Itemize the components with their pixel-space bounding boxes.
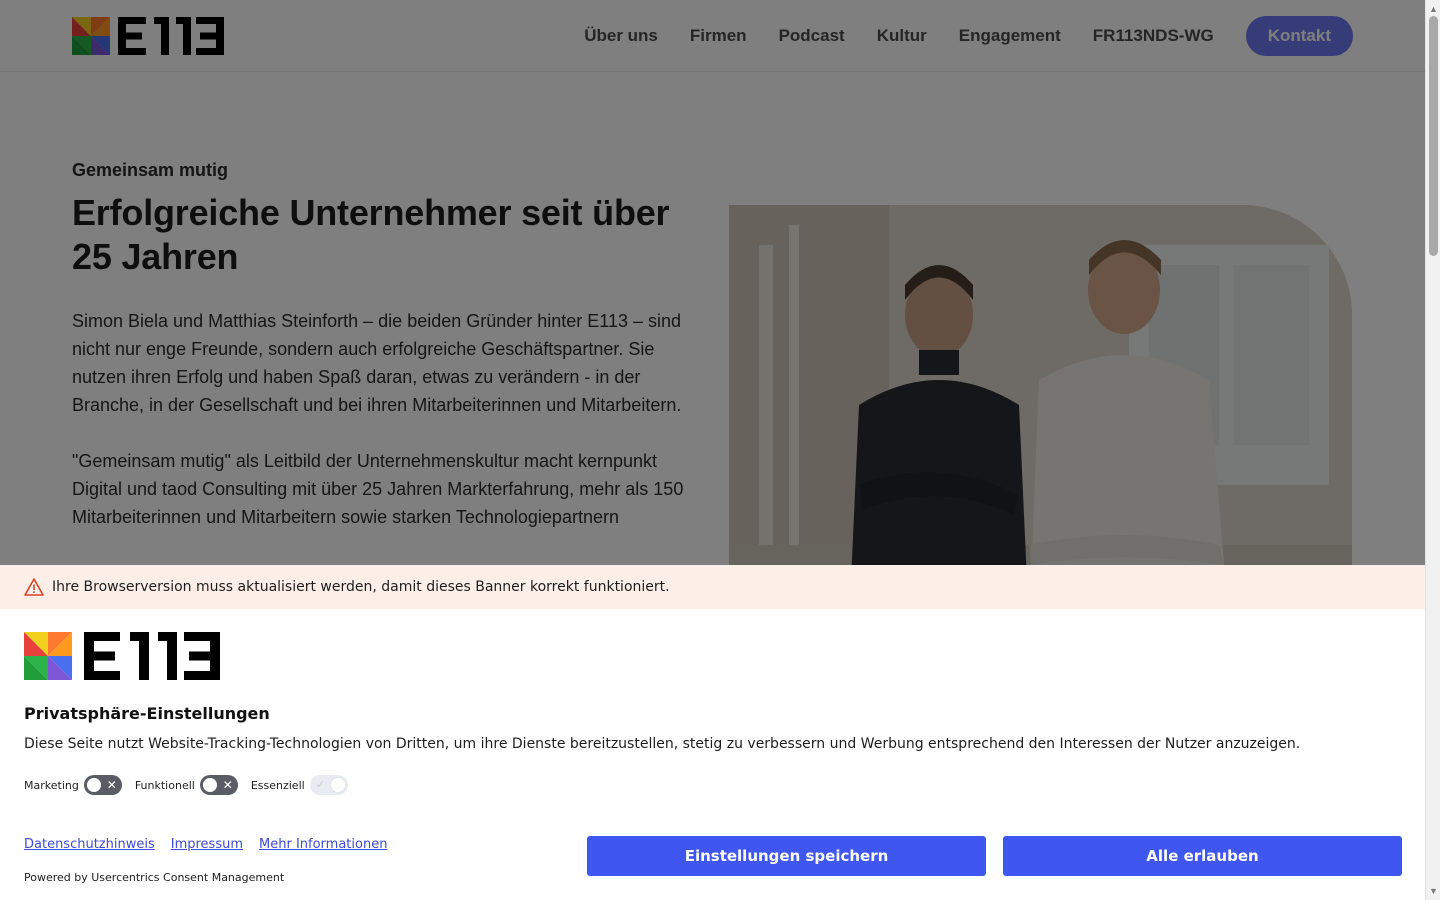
vertical-scrollbar[interactable]: ▲ ▼	[1425, 0, 1440, 900]
privacy-notice-link[interactable]: Datenschutzhinweis	[24, 837, 155, 852]
more-information-link[interactable]: Mehr Informationen	[259, 837, 387, 852]
consent-toggles: Marketing ✕ Funktionell ✕ Essenziell ✓	[24, 775, 361, 795]
browser-warning-text: Ihre Browserversion muss aktualisiert we…	[52, 579, 670, 595]
toggle-knob	[330, 778, 345, 792]
accept-all-button[interactable]: Alle erlauben	[1003, 836, 1402, 876]
consent-e113-logo	[24, 632, 220, 682]
marketing-toggle[interactable]: ✕	[83, 775, 122, 795]
powered-by-text: Powered by Usercentrics Consent Manageme…	[24, 871, 285, 884]
toggle-on-check-icon: ✓	[315, 779, 325, 791]
toggle-label-essenziell: Essenziell	[250, 778, 305, 792]
imprint-link[interactable]: Impressum	[171, 837, 243, 852]
warning-triangle-icon	[24, 577, 44, 597]
toggle-group-essenziell: Essenziell ✓	[251, 775, 348, 795]
consent-banner: Ihre Browserversion muss aktualisiert we…	[0, 565, 1425, 900]
browser-warning: Ihre Browserversion muss aktualisiert we…	[0, 565, 1425, 609]
scroll-down-arrow-icon[interactable]: ▼	[1426, 884, 1440, 898]
toggle-label-funktionell: Funktionell	[134, 778, 195, 792]
toggle-off-x-icon: ✕	[222, 778, 233, 792]
scroll-up-arrow-icon[interactable]: ▲	[1426, 2, 1440, 16]
toggle-off-x-icon: ✕	[106, 778, 117, 792]
toggle-knob	[86, 778, 101, 792]
scrollbar-thumb[interactable]	[1429, 16, 1438, 256]
toggle-label-marketing: Marketing	[24, 778, 79, 792]
save-settings-button[interactable]: Einstellungen speichern	[587, 836, 986, 876]
toggle-group-funktionell: Funktionell ✕	[135, 775, 238, 795]
toggle-group-marketing: Marketing ✕	[24, 775, 122, 795]
funktionell-toggle[interactable]: ✕	[199, 775, 238, 795]
consent-links: Datenschutzhinweis Impressum Mehr Inform…	[24, 837, 403, 852]
toggle-knob	[202, 778, 217, 792]
consent-title: Privatsphäre-Einstellungen	[24, 704, 270, 723]
consent-description: Diese Seite nutzt Website-Tracking-Techn…	[24, 736, 1301, 752]
essenziell-toggle: ✓	[309, 775, 348, 795]
